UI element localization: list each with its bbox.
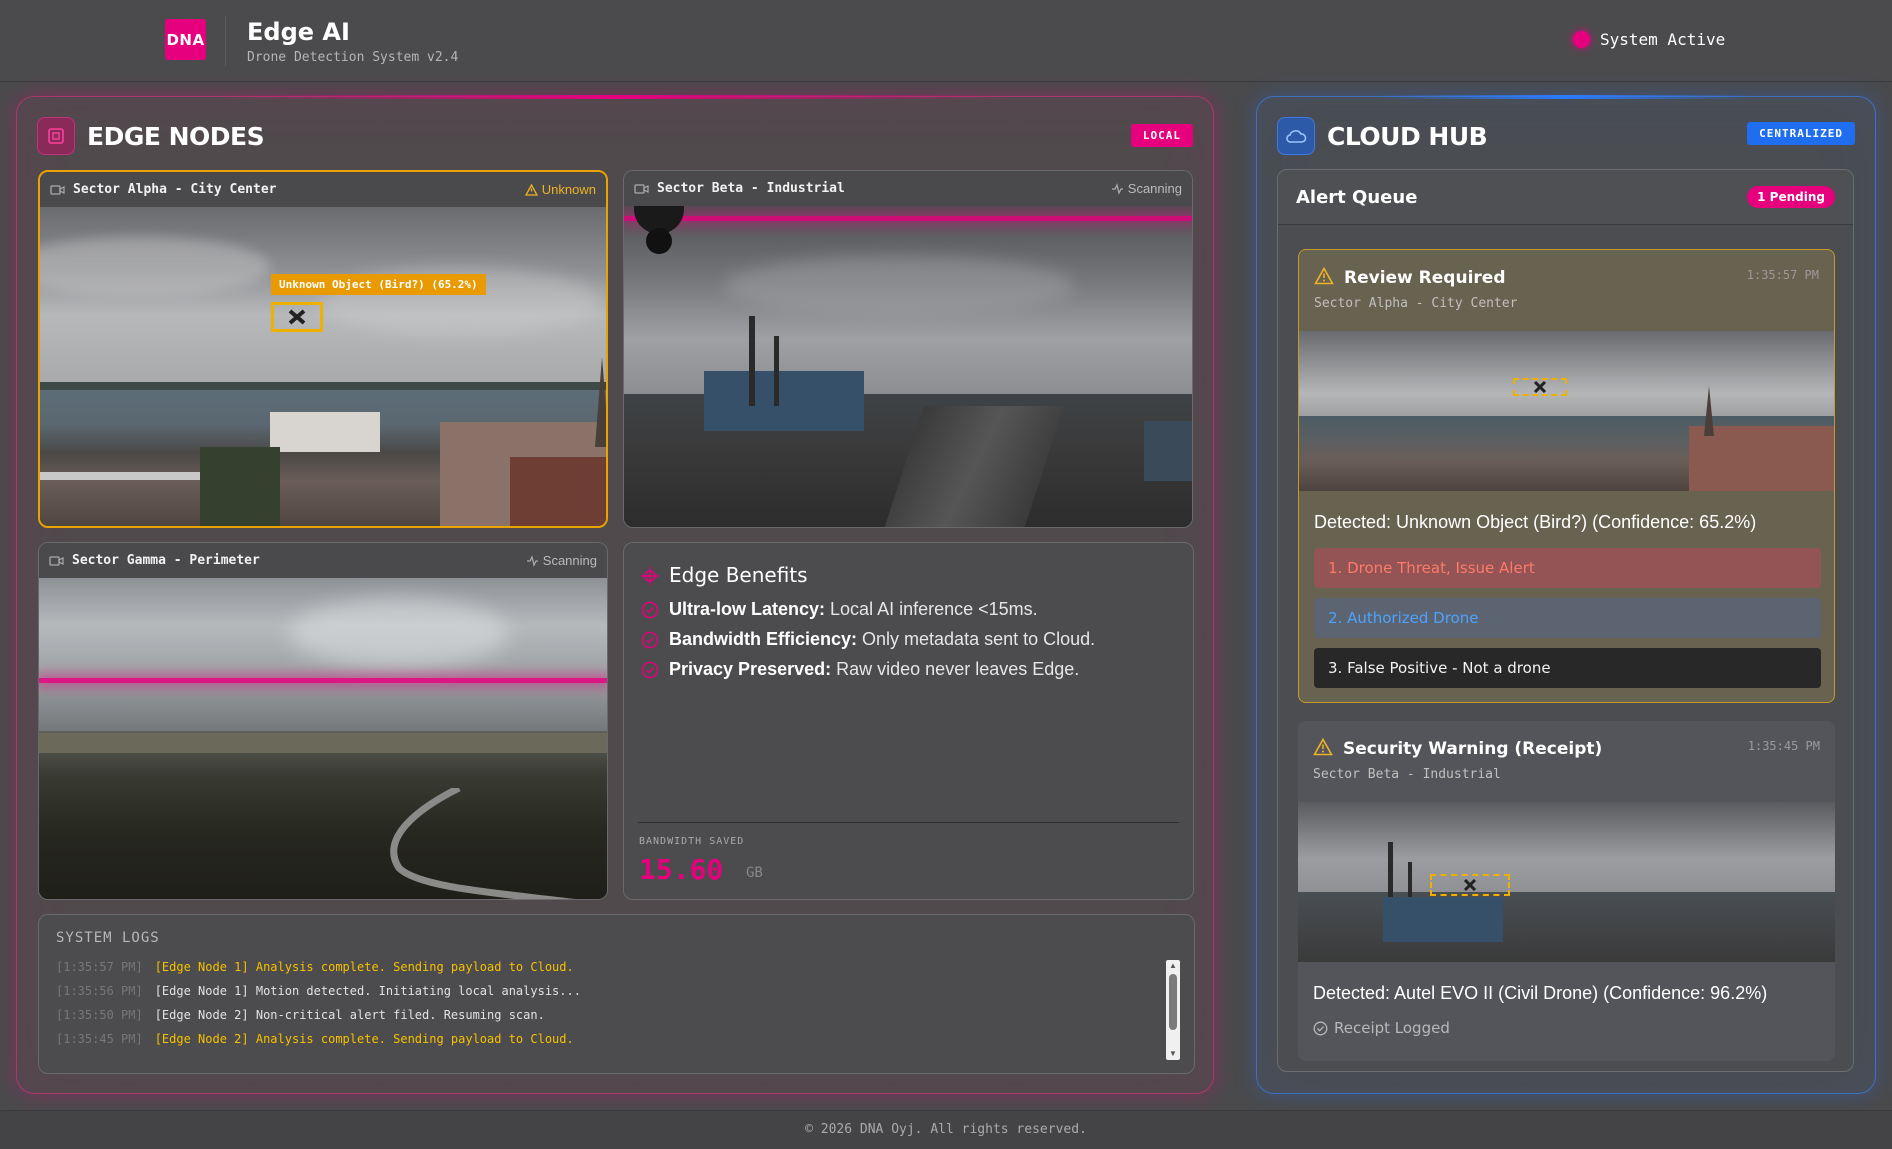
edge-benefits-card: Edge Benefits Ultra-low Latency: Local A…	[623, 542, 1194, 900]
alert-card-receipt: Security Warning (Receipt) 1:35:45 PM Se…	[1298, 721, 1835, 1061]
edge-panel-title: EDGE NODES	[87, 122, 265, 151]
check-circle-icon	[641, 631, 659, 654]
detection-label: Unknown Object (Bird?) (65.2%)	[271, 274, 486, 295]
alert-sector: Sector Alpha - City Center	[1314, 296, 1518, 311]
camera-feed	[39, 578, 607, 899]
edge-nodes-panel: EDGE NODES LOCAL Sector Alpha - City Cen…	[16, 95, 1214, 1094]
alert-snapshot	[1298, 802, 1835, 962]
camera-status: Unknown	[524, 182, 596, 197]
scroll-up-icon: ▲	[1169, 961, 1177, 970]
queue-header: Alert Queue 1 Pending	[1278, 170, 1853, 225]
camera-feed: Unknown Object (Bird?) (65.2%)	[40, 207, 606, 526]
benefits-title: Edge Benefits	[669, 563, 808, 587]
check-circle-icon	[641, 661, 659, 684]
system-logs[interactable]: SYSTEM LOGS [1:35:57 PM] [Edge Node 1] An…	[38, 914, 1195, 1074]
footer: © 2026 DNA Oyj. All rights reserved.	[0, 1110, 1892, 1149]
alert-title: Security Warning (Receipt)	[1343, 739, 1603, 759]
video-camera-icon	[634, 183, 649, 195]
crosshair-icon	[641, 567, 659, 590]
camera-name: Sector Beta - Industrial	[657, 181, 845, 196]
alert-detection: Detected: Unknown Object (Bird?) (Confid…	[1314, 512, 1757, 532]
scroll-thumb[interactable]	[1169, 974, 1177, 1030]
status-label: System Active	[1600, 30, 1726, 49]
bandwidth-unit: GB	[746, 865, 763, 881]
drone-threat-button[interactable]: 1. Drone Threat, Issue Alert	[1314, 548, 1821, 588]
warning-icon	[1313, 737, 1333, 761]
alert-time: 1:35:57 PM	[1746, 268, 1819, 282]
log-line: [1:35:45 PM] [Edge Node 2] Analysis compl…	[56, 1032, 574, 1046]
log-line: [1:35:50 PM] [Edge Node 2] Non-critical a…	[56, 1008, 545, 1022]
false-positive-button[interactable]: 3. False Positive - Not a drone	[1314, 648, 1821, 688]
benefit-item: Privacy Preserved: Raw video never leave…	[641, 659, 1079, 680]
bandwidth-label: BANDWIDTH SAVED	[639, 836, 745, 847]
scan-line	[624, 216, 1192, 221]
divider	[638, 822, 1179, 823]
system-status: System Active	[1573, 30, 1725, 49]
detection-box[interactable]	[271, 302, 323, 332]
header-divider	[225, 16, 226, 66]
benefit-item: Bandwidth Efficiency: Only metadata sent…	[641, 629, 1095, 650]
benefit-item: Ultra-low Latency: Local AI inference <1…	[641, 599, 1038, 620]
camera-status: Scanning	[526, 553, 597, 568]
detection-box	[1430, 874, 1510, 896]
alert-snapshot	[1299, 331, 1834, 491]
alert-card-review: Review Required 1:35:57 PM Sector Alpha …	[1298, 249, 1835, 703]
dna-logo: DNA	[165, 19, 206, 60]
scroll-down-icon: ▼	[1169, 1049, 1177, 1058]
check-circle-icon	[1313, 1021, 1328, 1035]
app-header: DNA Edge AI Drone Detection System v2.4 …	[0, 0, 1892, 82]
video-camera-icon	[50, 184, 65, 196]
warning-icon	[524, 183, 538, 196]
warning-icon	[1314, 266, 1334, 290]
activity-icon	[526, 554, 538, 567]
local-tag: LOCAL	[1130, 124, 1193, 147]
centralized-tag: CENTRALIZED	[1747, 122, 1855, 145]
camera-sector-beta[interactable]: Sector Beta - Industrial Scanning	[623, 170, 1193, 528]
cloud-panel-title: CLOUD HUB	[1327, 122, 1488, 151]
camera-name: Sector Alpha - City Center	[73, 182, 277, 197]
logs-title: SYSTEM LOGS	[56, 930, 160, 946]
camera-status: Scanning	[1111, 181, 1182, 196]
status-dot-icon	[1573, 31, 1590, 48]
app-subtitle: Drone Detection System v2.4	[247, 50, 459, 65]
bandwidth-value: 15.60	[639, 853, 724, 886]
log-line: [1:35:56 PM] [Edge Node 1] Motion detecte…	[56, 984, 581, 998]
alert-time: 1:35:45 PM	[1747, 739, 1820, 753]
queue-title: Alert Queue	[1296, 186, 1418, 208]
video-camera-icon	[49, 555, 64, 567]
edge-chip-icon	[37, 117, 75, 155]
camera-name: Sector Gamma - Perimeter	[72, 553, 260, 568]
camera-header: Sector Beta - Industrial Scanning	[624, 171, 1192, 206]
alert-queue: Alert Queue 1 Pending Review Required 1:…	[1277, 169, 1854, 1072]
check-circle-icon	[641, 601, 659, 624]
alert-detection: Detected: Autel EVO II (Civil Drone) (Co…	[1313, 983, 1768, 1003]
camera-header: Sector Gamma - Perimeter Scanning	[39, 543, 607, 578]
log-line: [1:35:57 PM] [Edge Node 1] Analysis compl…	[56, 960, 574, 974]
logs-scrollbar[interactable]: ▲ ▼	[1166, 960, 1180, 1060]
detection-box	[1513, 378, 1567, 396]
receipt-logged: Receipt Logged	[1313, 1019, 1450, 1037]
drone-x-icon	[288, 309, 306, 325]
activity-icon	[1111, 182, 1123, 195]
pending-badge: 1 Pending	[1747, 186, 1835, 208]
camera-header: Sector Alpha - City Center Unknown	[40, 172, 606, 207]
app-title: Edge AI	[247, 18, 350, 46]
alert-title: Review Required	[1344, 268, 1506, 288]
cloud-icon	[1277, 117, 1315, 155]
cloud-hub-panel: CLOUD HUB CENTRALIZED Alert Queue 1 Pend…	[1256, 95, 1876, 1094]
scan-line	[39, 678, 607, 683]
camera-sector-gamma[interactable]: Sector Gamma - Perimeter Scanning	[38, 542, 608, 900]
camera-sector-alpha[interactable]: Sector Alpha - City Center Unknown Unkno…	[38, 170, 608, 528]
alert-sector: Sector Beta - Industrial	[1313, 767, 1501, 782]
authorized-drone-button[interactable]: 2. Authorized Drone	[1314, 598, 1821, 638]
camera-feed	[624, 206, 1192, 527]
